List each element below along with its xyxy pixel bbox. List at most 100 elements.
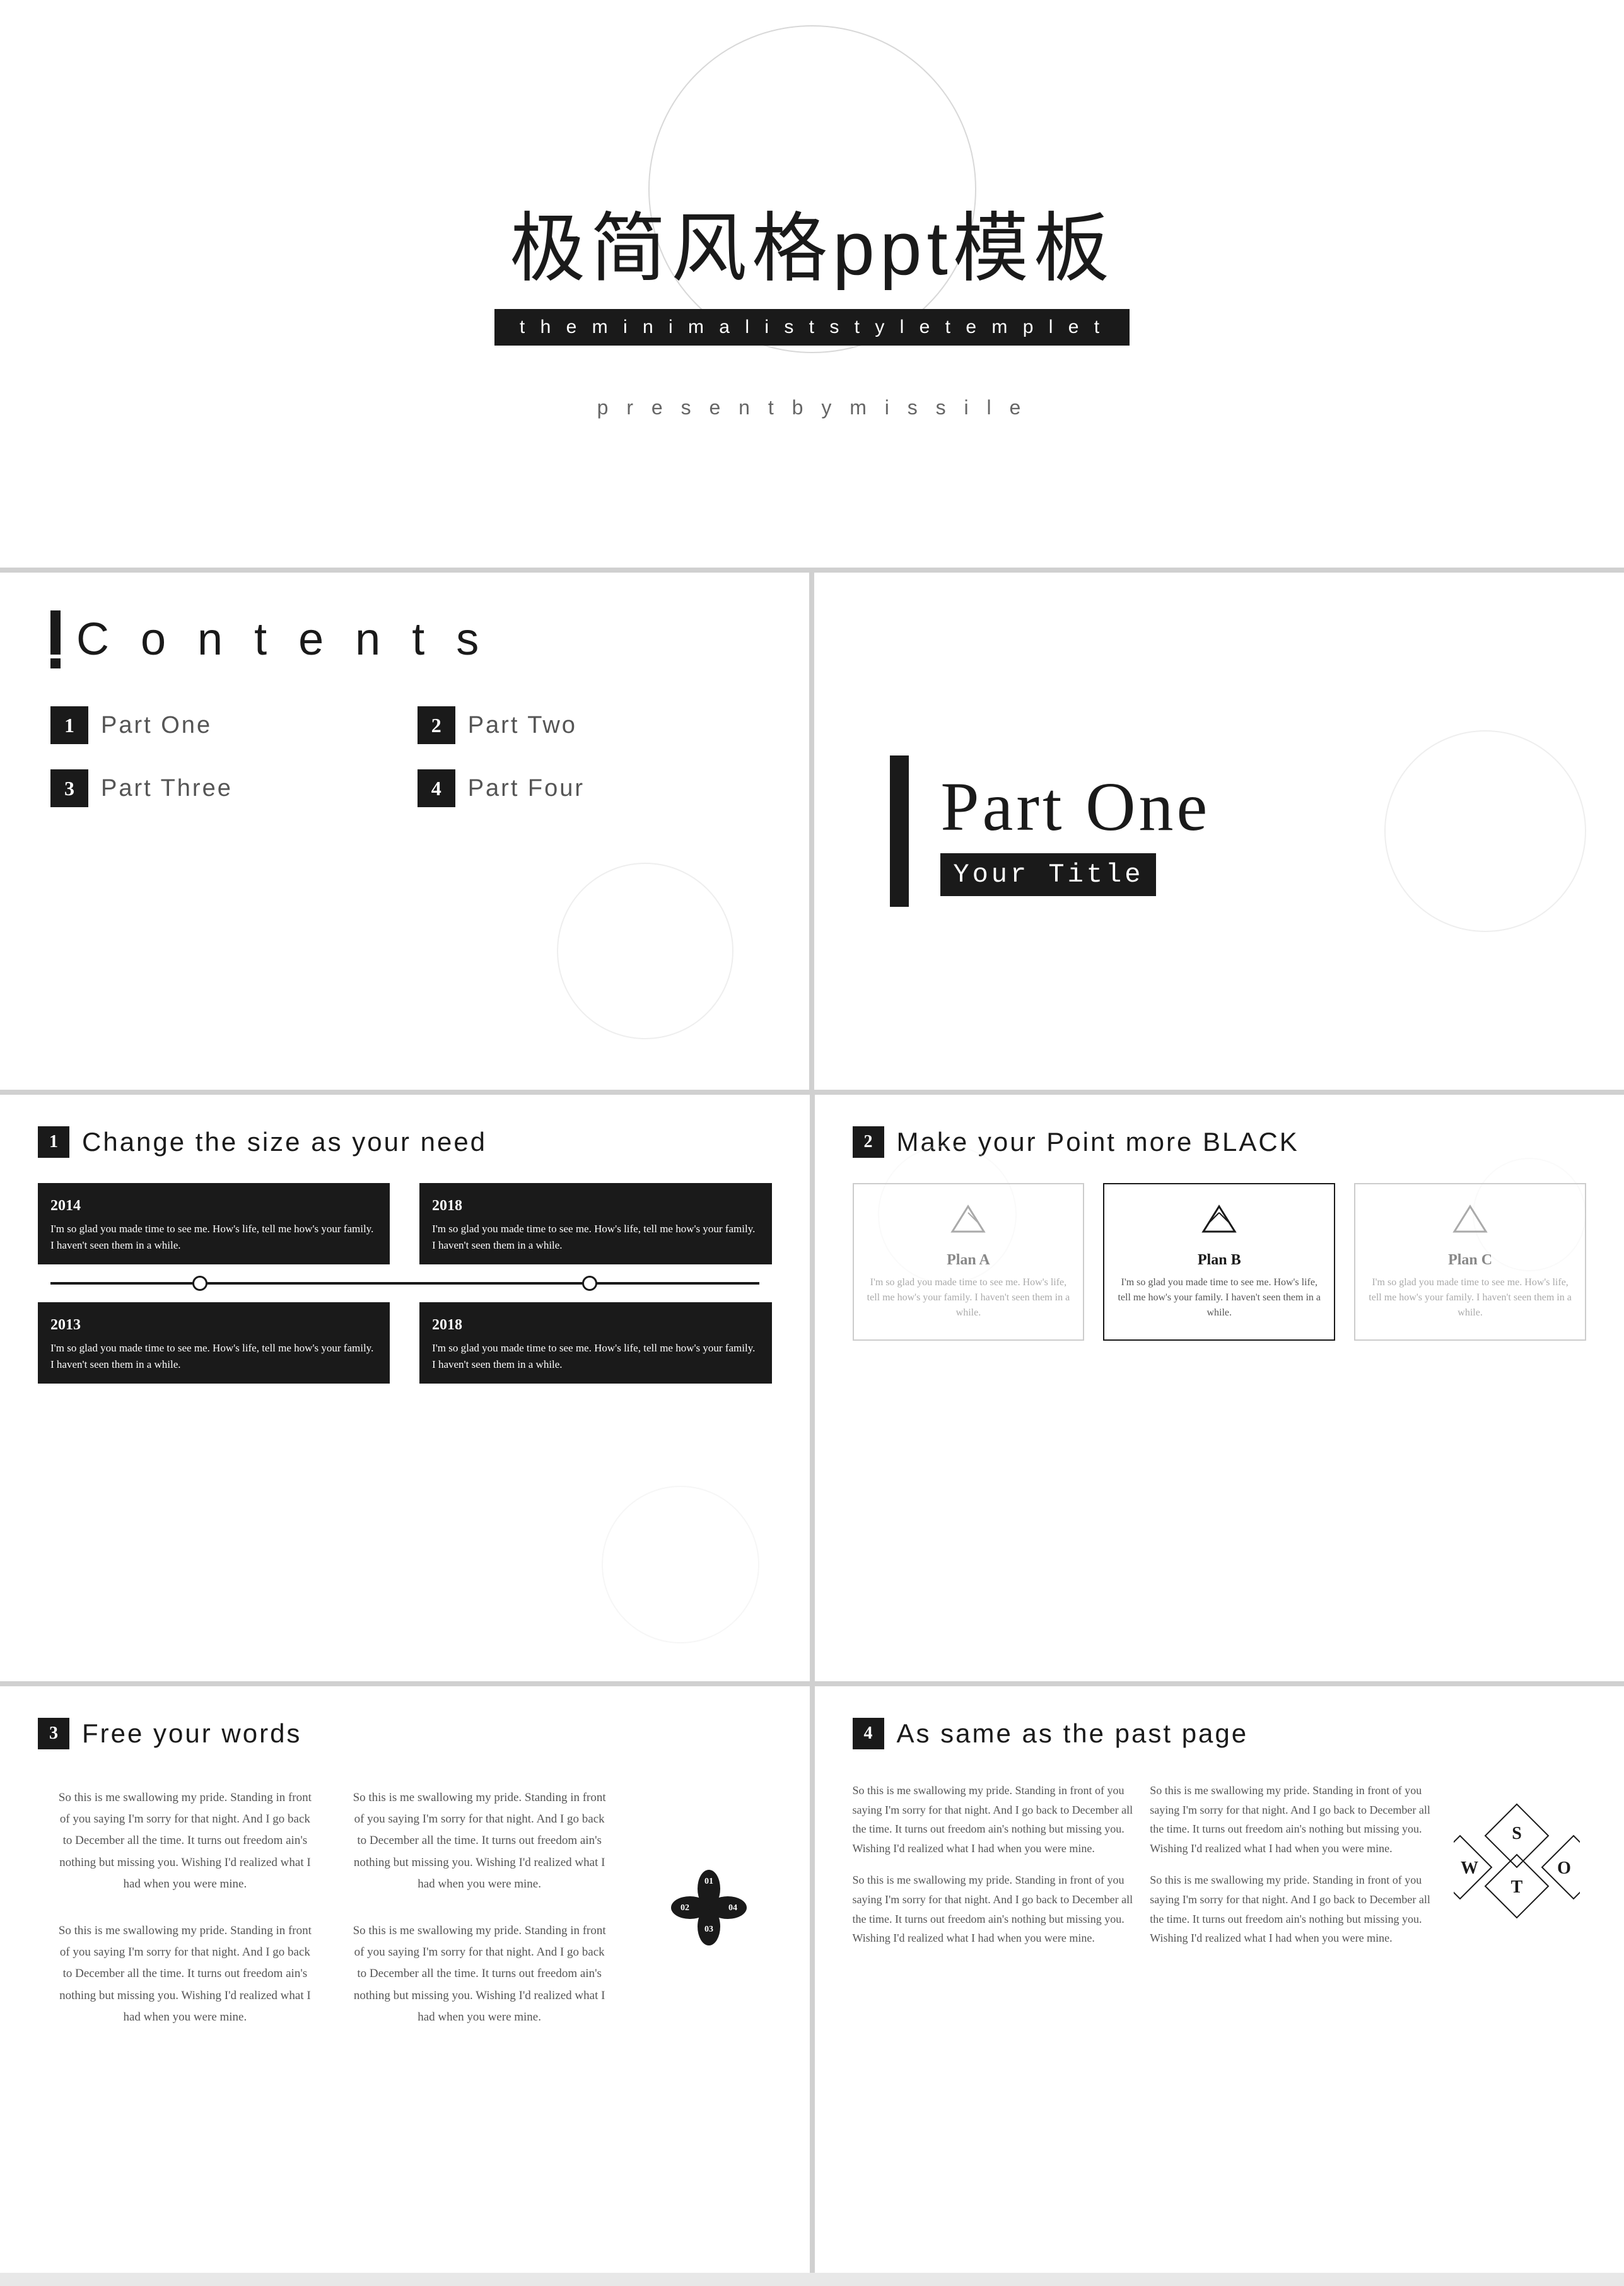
svg-text:03: 03 bbox=[704, 1925, 713, 1934]
contents-num-4: 4 bbox=[418, 769, 455, 807]
accent-short bbox=[50, 658, 61, 668]
word-section-4: So this is me swallowing my pride. Stand… bbox=[332, 1908, 627, 2041]
row-separator-1 bbox=[0, 568, 1624, 573]
part-one-subtitle: Your Title bbox=[953, 860, 1143, 890]
section-badge-1: 1 bbox=[38, 1126, 69, 1158]
swot-text-3: So this is me swallowing my pride. Stand… bbox=[853, 1870, 1138, 1947]
timeline-box-3: 2013 I'm so glad you made time to see me… bbox=[38, 1302, 390, 1384]
accent-group bbox=[50, 610, 61, 668]
timeline-box-1: 2014 I'm so glad you made time to see me… bbox=[38, 1183, 390, 1264]
part-one-content: Part One Your Title bbox=[940, 767, 1210, 896]
plan-card-b: Plan B I'm so glad you made time to see … bbox=[1103, 1183, 1335, 1341]
timeline-year-3: 2013 bbox=[50, 1314, 377, 1336]
swot-layout: So this is me swallowing my pride. Stand… bbox=[853, 1775, 1587, 1948]
accent-tall bbox=[50, 610, 61, 655]
contents-num-3: 3 bbox=[50, 769, 88, 807]
deco-circle-3 bbox=[602, 1486, 759, 1643]
timeline-dot-2 bbox=[582, 1276, 597, 1291]
swot-section-2: So this is me swallowing my pride. Stand… bbox=[1150, 1781, 1435, 1858]
svg-text:O: O bbox=[1557, 1858, 1571, 1878]
swot-section-1: So this is me swallowing my pride. Stand… bbox=[853, 1781, 1138, 1858]
contents-item-3: 3 Part Three bbox=[50, 769, 392, 807]
svg-text:02: 02 bbox=[681, 1903, 689, 1913]
main-title: 极简风格ppt模板 bbox=[510, 187, 1114, 296]
deco-circle-1 bbox=[557, 863, 733, 1039]
part-one-accent-bar bbox=[890, 755, 909, 907]
plan-text-c: I'm so glad you made time to see me. How… bbox=[1368, 1275, 1572, 1321]
part-one-title: Part One bbox=[940, 767, 1210, 847]
flower-icon: 01 03 02 04 bbox=[671, 1870, 747, 1945]
section-badge-2: 2 bbox=[853, 1126, 884, 1158]
section-header-1: 1 Change the size as your need bbox=[38, 1126, 772, 1158]
timeline-horizontal-line bbox=[50, 1282, 759, 1285]
contents-label-3: Part Three bbox=[101, 775, 233, 802]
slide-contents: C o n t e n t s 1 Part One 2 Part Two 3 … bbox=[0, 573, 809, 1090]
timeline-dot-1 bbox=[192, 1276, 207, 1291]
timeline-text-2: I'm so glad you made time to see me. How… bbox=[432, 1221, 759, 1253]
slide-words: 3 Free your words So this is me swallowi… bbox=[0, 1686, 810, 2273]
subtitle-en: t h e m i n i m a l i s t s t y l e t e … bbox=[520, 317, 1104, 337]
words-texts: So this is me swallowing my pride. Stand… bbox=[38, 1775, 627, 2041]
word-section-3: So this is me swallowing my pride. Stand… bbox=[38, 1908, 332, 2041]
word-section-1: So this is me swallowing my pride. Stand… bbox=[38, 1775, 332, 1908]
plan-card-c: Plan C I'm so glad you made time to see … bbox=[1354, 1183, 1586, 1341]
words-layout: So this is me swallowing my pride. Stand… bbox=[38, 1775, 772, 2041]
slide-plans: 2 Make your Point more BLACK Plan A I'm … bbox=[815, 1095, 1624, 1681]
word-text-3: So this is me swallowing my pride. Stand… bbox=[57, 1920, 313, 2028]
plans-area: Plan A I'm so glad you made time to see … bbox=[853, 1183, 1587, 1341]
plan-text-b: I'm so glad you made time to see me. How… bbox=[1117, 1275, 1321, 1321]
section-title-4: As same as the past page bbox=[897, 1718, 1249, 1749]
section-header-4: 4 As same as the past page bbox=[853, 1718, 1587, 1749]
word-section-2: So this is me swallowing my pride. Stand… bbox=[332, 1775, 627, 1908]
plan-card-a: Plan A I'm so glad you made time to see … bbox=[853, 1183, 1085, 1341]
plan-icon-b bbox=[1117, 1203, 1321, 1242]
timeline-text-3: I'm so glad you made time to see me. How… bbox=[50, 1340, 377, 1372]
svg-text:T: T bbox=[1511, 1877, 1523, 1897]
timeline-bottom-boxes: 2013 I'm so glad you made time to see me… bbox=[38, 1302, 772, 1384]
timeline-box-4: 2018 I'm so glad you made time to see me… bbox=[419, 1302, 771, 1384]
contents-item-4: 4 Part Four bbox=[418, 769, 759, 807]
plan-text-a: I'm so glad you made time to see me. How… bbox=[867, 1275, 1071, 1321]
contents-label-2: Part Two bbox=[468, 712, 577, 739]
contents-label-1: Part One bbox=[101, 712, 212, 739]
deco-circle-2 bbox=[1384, 730, 1586, 932]
timeline-text-4: I'm so glad you made time to see me. How… bbox=[432, 1340, 759, 1372]
slide-timeline: 1 Change the size as your need 2014 I'm … bbox=[0, 1095, 810, 1681]
timeline-box-2: 2018 I'm so glad you made time to see me… bbox=[419, 1183, 771, 1264]
contents-header: C o n t e n t s bbox=[50, 610, 759, 668]
slides-row-4: 3 Free your words So this is me swallowi… bbox=[0, 1686, 1624, 2273]
vertical-divider-3 bbox=[810, 1686, 815, 2273]
section-title-3: Free your words bbox=[82, 1718, 301, 1749]
word-text-2: So this is me swallowing my pride. Stand… bbox=[351, 1787, 608, 1895]
swot-text-1: So this is me swallowing my pride. Stand… bbox=[853, 1781, 1138, 1858]
plan-icon-c bbox=[1368, 1203, 1572, 1242]
svg-text:04: 04 bbox=[728, 1903, 737, 1913]
timeline-year-4: 2018 bbox=[432, 1314, 759, 1336]
timeline-year-1: 2014 bbox=[50, 1194, 377, 1217]
swot-section-4: So this is me swallowing my pride. Stand… bbox=[1150, 1870, 1435, 1947]
svg-text:S: S bbox=[1512, 1824, 1522, 1843]
section-badge-3: 3 bbox=[38, 1718, 69, 1749]
slides-row-3: 1 Change the size as your need 2014 I'm … bbox=[0, 1095, 1624, 1681]
timeline-top-boxes: 2014 I'm so glad you made time to see me… bbox=[38, 1183, 772, 1264]
slide-swot: 4 As same as the past page So this is me… bbox=[815, 1686, 1624, 2273]
svg-text:01: 01 bbox=[704, 1877, 713, 1886]
word-text-4: So this is me swallowing my pride. Stand… bbox=[351, 1920, 608, 2028]
slide-title: 极简风格ppt模板 t h e m i n i m a l i s t s t … bbox=[0, 0, 1624, 568]
contents-num-2: 2 bbox=[418, 706, 455, 744]
plan-icon-a bbox=[867, 1203, 1071, 1242]
timeline-area: 2014 I'm so glad you made time to see me… bbox=[38, 1183, 772, 1384]
section-header-3: 3 Free your words bbox=[38, 1718, 772, 1749]
plan-name-a: Plan A bbox=[867, 1252, 1071, 1269]
swot-text-2: So this is me swallowing my pride. Stand… bbox=[1150, 1781, 1435, 1858]
swot-diamond-column: S T W O bbox=[1447, 1775, 1586, 1948]
contents-item-1: 1 Part One bbox=[50, 706, 392, 744]
timeline-year-2: 2018 bbox=[432, 1194, 759, 1217]
swot-texts: So this is me swallowing my pride. Stand… bbox=[853, 1775, 1435, 1948]
vertical-divider-1 bbox=[809, 573, 814, 1090]
contents-title: C o n t e n t s bbox=[76, 614, 488, 665]
contents-item-2: 2 Part Two bbox=[418, 706, 759, 744]
plan-name-b: Plan B bbox=[1117, 1252, 1321, 1269]
contents-label-4: Part Four bbox=[468, 775, 585, 802]
contents-grid: 1 Part One 2 Part Two 3 Part Three 4 Par… bbox=[50, 706, 759, 807]
